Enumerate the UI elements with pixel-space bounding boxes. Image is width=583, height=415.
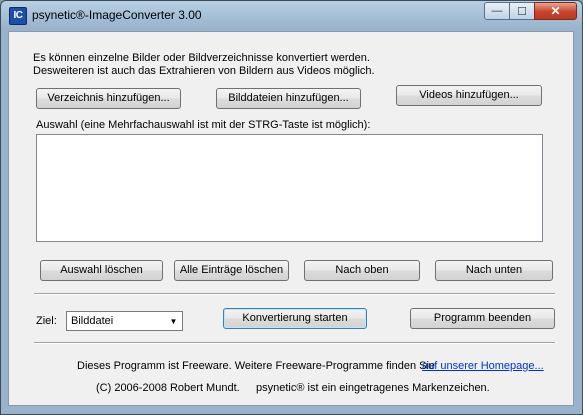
add-images-button[interactable]: Bilddateien hinzufügen... bbox=[216, 88, 361, 109]
app-icon: IC bbox=[9, 7, 27, 25]
file-list[interactable] bbox=[36, 134, 543, 242]
selection-label: Auswahl (eine Mehrfachauswahl ist mit de… bbox=[36, 119, 371, 131]
intro-line-2: Desweiteren ist auch das Extrahieren von… bbox=[33, 65, 375, 77]
title-bar[interactable]: IC psynetic®-ImageConverter 3.00 — ☐ ✕ bbox=[1, 1, 582, 29]
exit-program-button[interactable]: Programm beenden bbox=[410, 308, 555, 329]
separator-top bbox=[34, 293, 555, 295]
move-down-button[interactable]: Nach unten bbox=[435, 260, 553, 281]
intro-line-1: Es können einzelne Bilder oder Bildverze… bbox=[33, 52, 370, 64]
target-select-value: Bilddatei bbox=[71, 315, 114, 327]
chevron-down-icon: ▼ bbox=[169, 316, 178, 326]
close-icon: ✕ bbox=[550, 4, 561, 18]
close-button[interactable]: ✕ bbox=[534, 2, 577, 20]
delete-all-button[interactable]: Alle Einträge löschen bbox=[174, 260, 289, 281]
add-directory-button[interactable]: Verzeichnis hinzufügen... bbox=[36, 88, 181, 109]
start-conversion-button[interactable]: Konvertierung starten bbox=[223, 308, 367, 329]
target-label: Ziel: bbox=[36, 315, 57, 327]
freeware-text: Dieses Programm ist Freeware. Weitere Fr… bbox=[77, 360, 436, 372]
delete-selection-button[interactable]: Auswahl löschen bbox=[40, 260, 163, 281]
trademark-text: psynetic® ist ein eingetragenes Markenze… bbox=[256, 382, 490, 394]
minimize-icon: — bbox=[491, 5, 503, 17]
minimize-button[interactable]: — bbox=[484, 2, 510, 20]
add-videos-button[interactable]: Videos hinzufügen... bbox=[396, 85, 542, 106]
app-window: IC psynetic®-ImageConverter 3.00 — ☐ ✕ E… bbox=[0, 0, 583, 415]
window-title: psynetic®-ImageConverter 3.00 bbox=[32, 8, 202, 22]
maximize-icon: ☐ bbox=[517, 5, 527, 18]
homepage-link[interactable]: auf unserer Homepage... bbox=[422, 360, 544, 372]
move-up-button[interactable]: Nach oben bbox=[304, 260, 420, 281]
target-select[interactable]: Bilddatei ▼ bbox=[66, 311, 183, 331]
copyright-text: (C) 2006-2008 Robert Mundt. bbox=[96, 382, 240, 394]
dialog-body: Es können einzelne Bilder oder Bildverze… bbox=[8, 31, 574, 406]
maximize-button[interactable]: ☐ bbox=[509, 2, 535, 20]
separator-bottom bbox=[34, 342, 555, 344]
